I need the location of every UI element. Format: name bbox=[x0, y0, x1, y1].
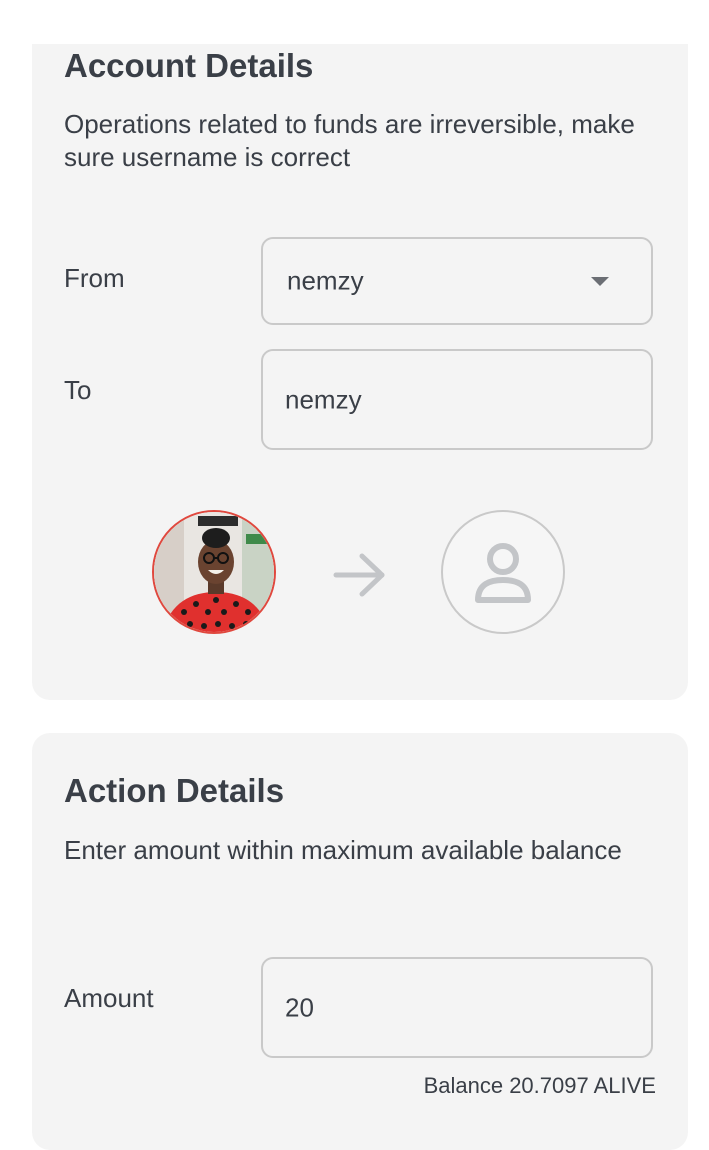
chevron-down-icon bbox=[591, 277, 609, 286]
from-label: From bbox=[64, 263, 125, 293]
action-details-title: Action Details bbox=[64, 772, 285, 809]
to-label: To bbox=[64, 375, 92, 405]
account-details-subtitle: Operations related to funds are irrevers… bbox=[64, 109, 635, 172]
account-details-title: Account Details bbox=[64, 47, 314, 84]
action-details-subtitle: Enter amount within maximum available ba… bbox=[64, 835, 622, 865]
account-details-card: Account Details Operations related to fu… bbox=[32, 44, 688, 700]
user-icon bbox=[475, 543, 531, 603]
amount-label: Amount bbox=[64, 983, 154, 1013]
balance-text: Balance 20.7097 ALIVE bbox=[423, 1073, 656, 1098]
amount-input[interactable]: 20 bbox=[261, 957, 653, 1058]
amount-input-value: 20 bbox=[285, 992, 314, 1022]
sender-avatar-photo bbox=[154, 512, 274, 632]
action-details-card: Action Details Enter amount within maxim… bbox=[32, 733, 688, 1150]
recipient-avatar bbox=[441, 510, 565, 634]
from-select-value: nemzy bbox=[287, 265, 364, 296]
to-input[interactable]: nemzy bbox=[261, 349, 653, 450]
arrow-right-icon bbox=[333, 553, 385, 597]
sender-avatar bbox=[152, 510, 276, 634]
from-select[interactable]: nemzy bbox=[261, 237, 653, 325]
to-input-value: nemzy bbox=[285, 384, 362, 414]
